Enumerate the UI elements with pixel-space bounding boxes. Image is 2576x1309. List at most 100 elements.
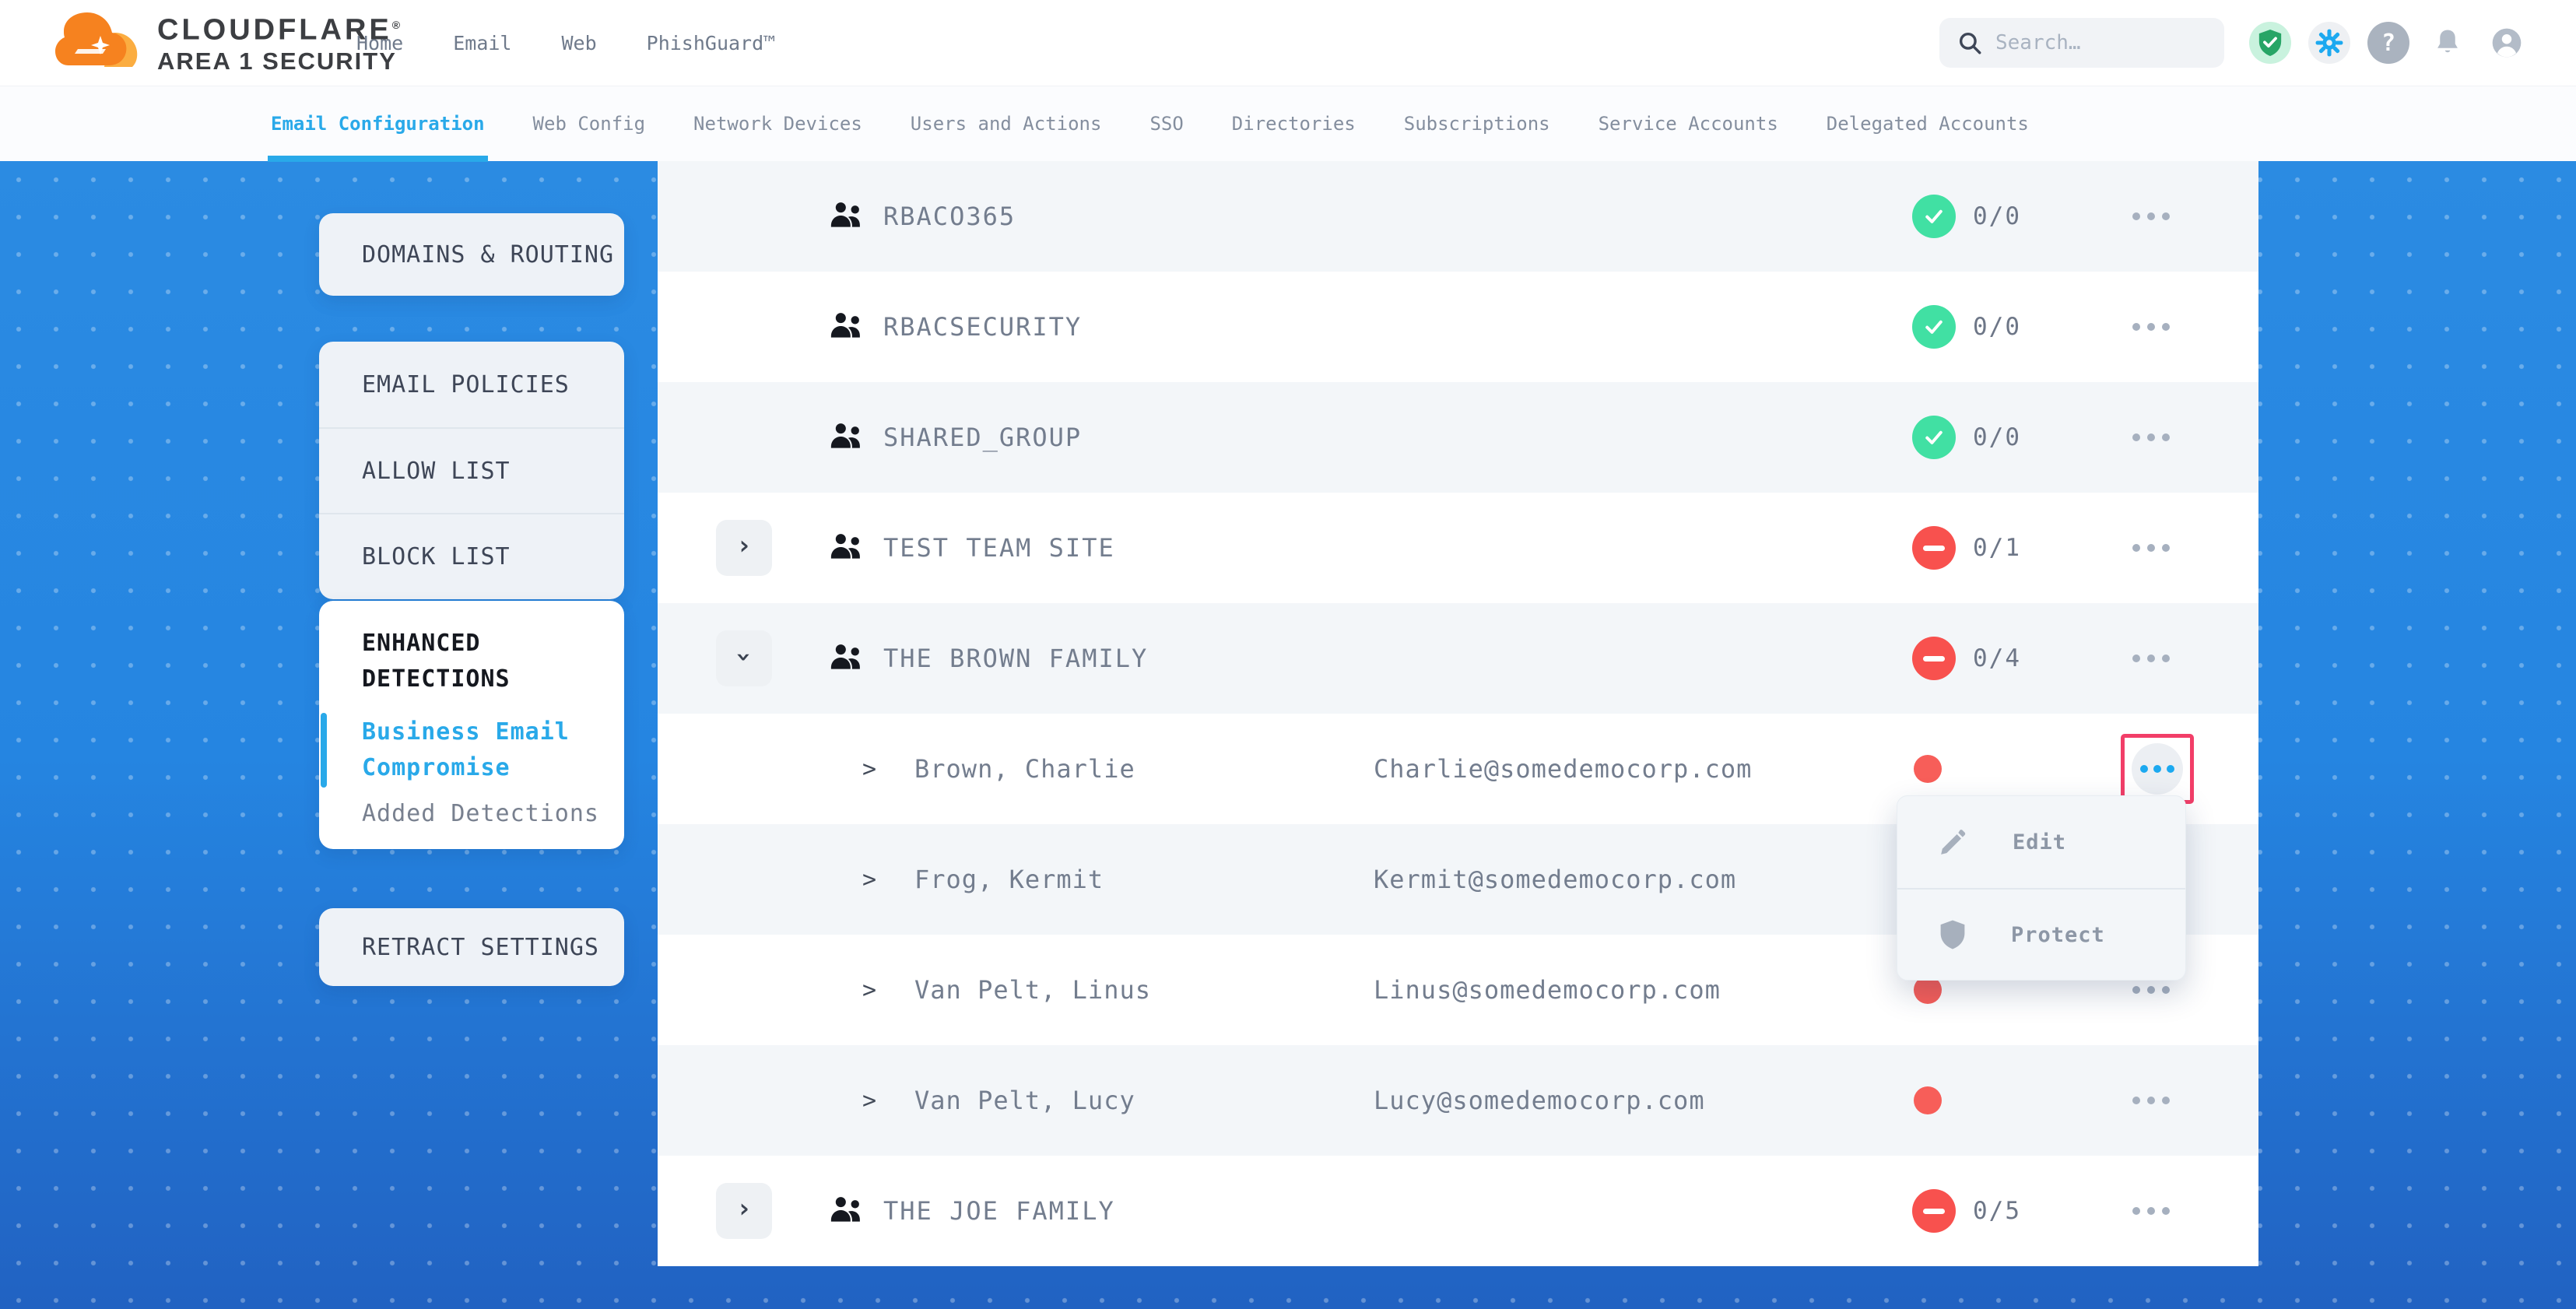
sidebar-item-enhanced-detections[interactable]: ENHANCED DETECTIONS [319,626,553,697]
collapse-row-button[interactable]: › [716,630,772,686]
protection-count: 0/1 [1973,493,2021,603]
sidebar-item-email-policies[interactable]: EMAIL POLICIES [319,342,624,427]
notifications-button[interactable] [2427,22,2469,64]
user-avatar-icon [2490,26,2524,60]
protection-count: 0/4 [1973,603,2021,714]
context-menu-edit[interactable]: Edit [1897,796,2185,888]
content-area: DOMAINS & ROUTING EMAIL POLICIES ALLOW L… [0,161,2576,1309]
sidebar-group-enhanced-detections: ENHANCED DETECTIONS Business Email Compr… [319,601,624,849]
row-menu-button[interactable] [2132,1156,2170,1266]
question-mark-icon: ? [2381,30,2395,57]
status-blocked-icon [1912,1189,1956,1233]
status-unprotected-dot [1914,755,1942,783]
topnav-web[interactable]: Web [561,32,596,54]
gear-icon [2315,28,2344,58]
shield-check-icon [2257,28,2283,58]
member-marker: > [862,935,876,1045]
tab-users-and-actions[interactable]: Users and Actions [911,86,1102,162]
expand-row-button[interactable]: › [716,1183,772,1239]
row-menu-button[interactable] [2132,272,2170,382]
header-icon-cluster: ? [2249,0,2528,86]
group-name: TEST TEAM SITE [883,493,1115,603]
topnav-home[interactable]: Home [356,32,403,54]
topnav-phishguard[interactable]: PhishGuard™ [647,32,776,54]
chevron-right-icon: › [736,1193,752,1224]
table-row-group: RBACO365 0/0 [658,161,2258,272]
highlight-annotation-box [2121,734,2194,804]
context-menu-protect[interactable]: Protect [1897,888,2185,980]
row-context-menu: Edit Protect [1897,795,2186,981]
row-menu-button[interactable] [2132,603,2170,714]
tab-network-devices[interactable]: Network Devices [693,86,862,162]
sidebar-item-allow-list[interactable]: ALLOW LIST [319,427,624,513]
row-menu-button[interactable] [2132,161,2170,272]
tab-delegated-accounts[interactable]: Delegated Accounts [1827,86,2029,162]
config-tab-bar: Email Configuration Web Config Network D… [0,86,2576,161]
group-icon [829,421,865,452]
top-navigation: Home Email Web PhishGuard™ [356,0,775,86]
member-email: Charlie@somedemocorp.com [1374,714,1752,824]
group-icon [829,532,865,563]
groups-table: RBACO365 0/0 RBACSECURITY 0/0 [658,161,2258,1266]
group-icon [829,642,865,673]
table-row-group: › THE BROWN FAMILY 0/4 [658,603,2258,714]
table-row-group: RBACSECURITY 0/0 [658,272,2258,382]
table-row-group: SHARED_GROUP 0/0 [658,382,2258,493]
sidebar-item-block-list[interactable]: BLOCK LIST [319,513,624,598]
table-row-member: > Van Pelt, Lucy Lucy@somedemocorp.com [658,1045,2258,1156]
protection-count: 0/0 [1973,382,2021,493]
tab-sso[interactable]: SSO [1149,86,1183,162]
member-marker: > [862,714,876,824]
tab-directories[interactable]: Directories [1232,86,1356,162]
chevron-right-icon: › [736,530,752,561]
help-button[interactable]: ? [2367,22,2409,64]
shield-icon [1938,919,1967,950]
member-email: Lucy@somedemocorp.com [1374,1045,1705,1156]
tab-web-config[interactable]: Web Config [533,86,646,162]
group-icon [829,200,865,231]
tab-email-configuration[interactable]: Email Configuration [271,86,485,162]
member-marker: > [862,824,876,935]
sidebar-item-domains-routing[interactable]: DOMAINS & ROUTING [319,213,624,296]
status-unprotected-dot [1914,1086,1942,1114]
row-menu-button-active[interactable] [2132,743,2183,795]
group-name: THE BROWN FAMILY [883,603,1148,714]
topnav-email[interactable]: Email [453,32,511,54]
group-name: RBACSECURITY [883,272,1082,382]
row-menu-button[interactable] [2132,382,2170,493]
sidebar-item-added-detections[interactable]: Added Detections [319,800,624,827]
sidebar-label: RETRACT SETTINGS [362,934,599,961]
search-box[interactable] [1939,18,2224,68]
group-name: RBACO365 [883,161,1016,272]
top-bar: CLOUDFLARE® AREA 1 SECURITY Home Email W… [0,0,2576,86]
expand-row-button[interactable]: › [716,520,772,576]
tab-service-accounts[interactable]: Service Accounts [1599,86,1778,162]
member-name: Van Pelt, Linus [914,935,1151,1045]
sidebar-label: ALLOW LIST [362,458,511,485]
group-name: SHARED_GROUP [883,382,1082,493]
sidebar-group-email-policies: EMAIL POLICIES ALLOW LIST BLOCK LIST [319,342,624,599]
sidebar-item-retract-settings[interactable]: RETRACT SETTINGS [319,908,624,986]
row-menu-button[interactable] [2132,493,2170,603]
account-button[interactable] [2486,22,2528,64]
member-email: Kermit@somedemocorp.com [1374,824,1736,935]
sidebar-label: BLOCK LIST [362,543,511,570]
context-menu-label: Edit [2013,830,2066,855]
cloudflare-logo[interactable]: CLOUDFLARE® AREA 1 SECURITY [54,6,403,78]
sidebar-item-business-email-compromise[interactable]: Business Email Compromise [319,714,576,786]
protection-count: 0/0 [1973,272,2021,382]
row-menu-button[interactable] [2132,1045,2170,1156]
context-menu-label: Protect [2011,923,2105,947]
status-ok-icon [1912,416,1956,459]
table-row-group: › THE JOE FAMILY 0/5 [658,1156,2258,1266]
member-name: Van Pelt, Lucy [914,1045,1135,1156]
protection-status-button[interactable] [2249,22,2291,64]
group-icon [829,311,865,342]
search-icon [1957,30,1983,56]
tab-subscriptions[interactable]: Subscriptions [1404,86,1550,162]
protection-count: 0/5 [1973,1156,2021,1266]
search-input[interactable] [1995,31,2213,54]
settings-button[interactable] [2308,22,2350,64]
pencil-icon [1938,826,1969,858]
chevron-down-icon: › [728,649,760,665]
